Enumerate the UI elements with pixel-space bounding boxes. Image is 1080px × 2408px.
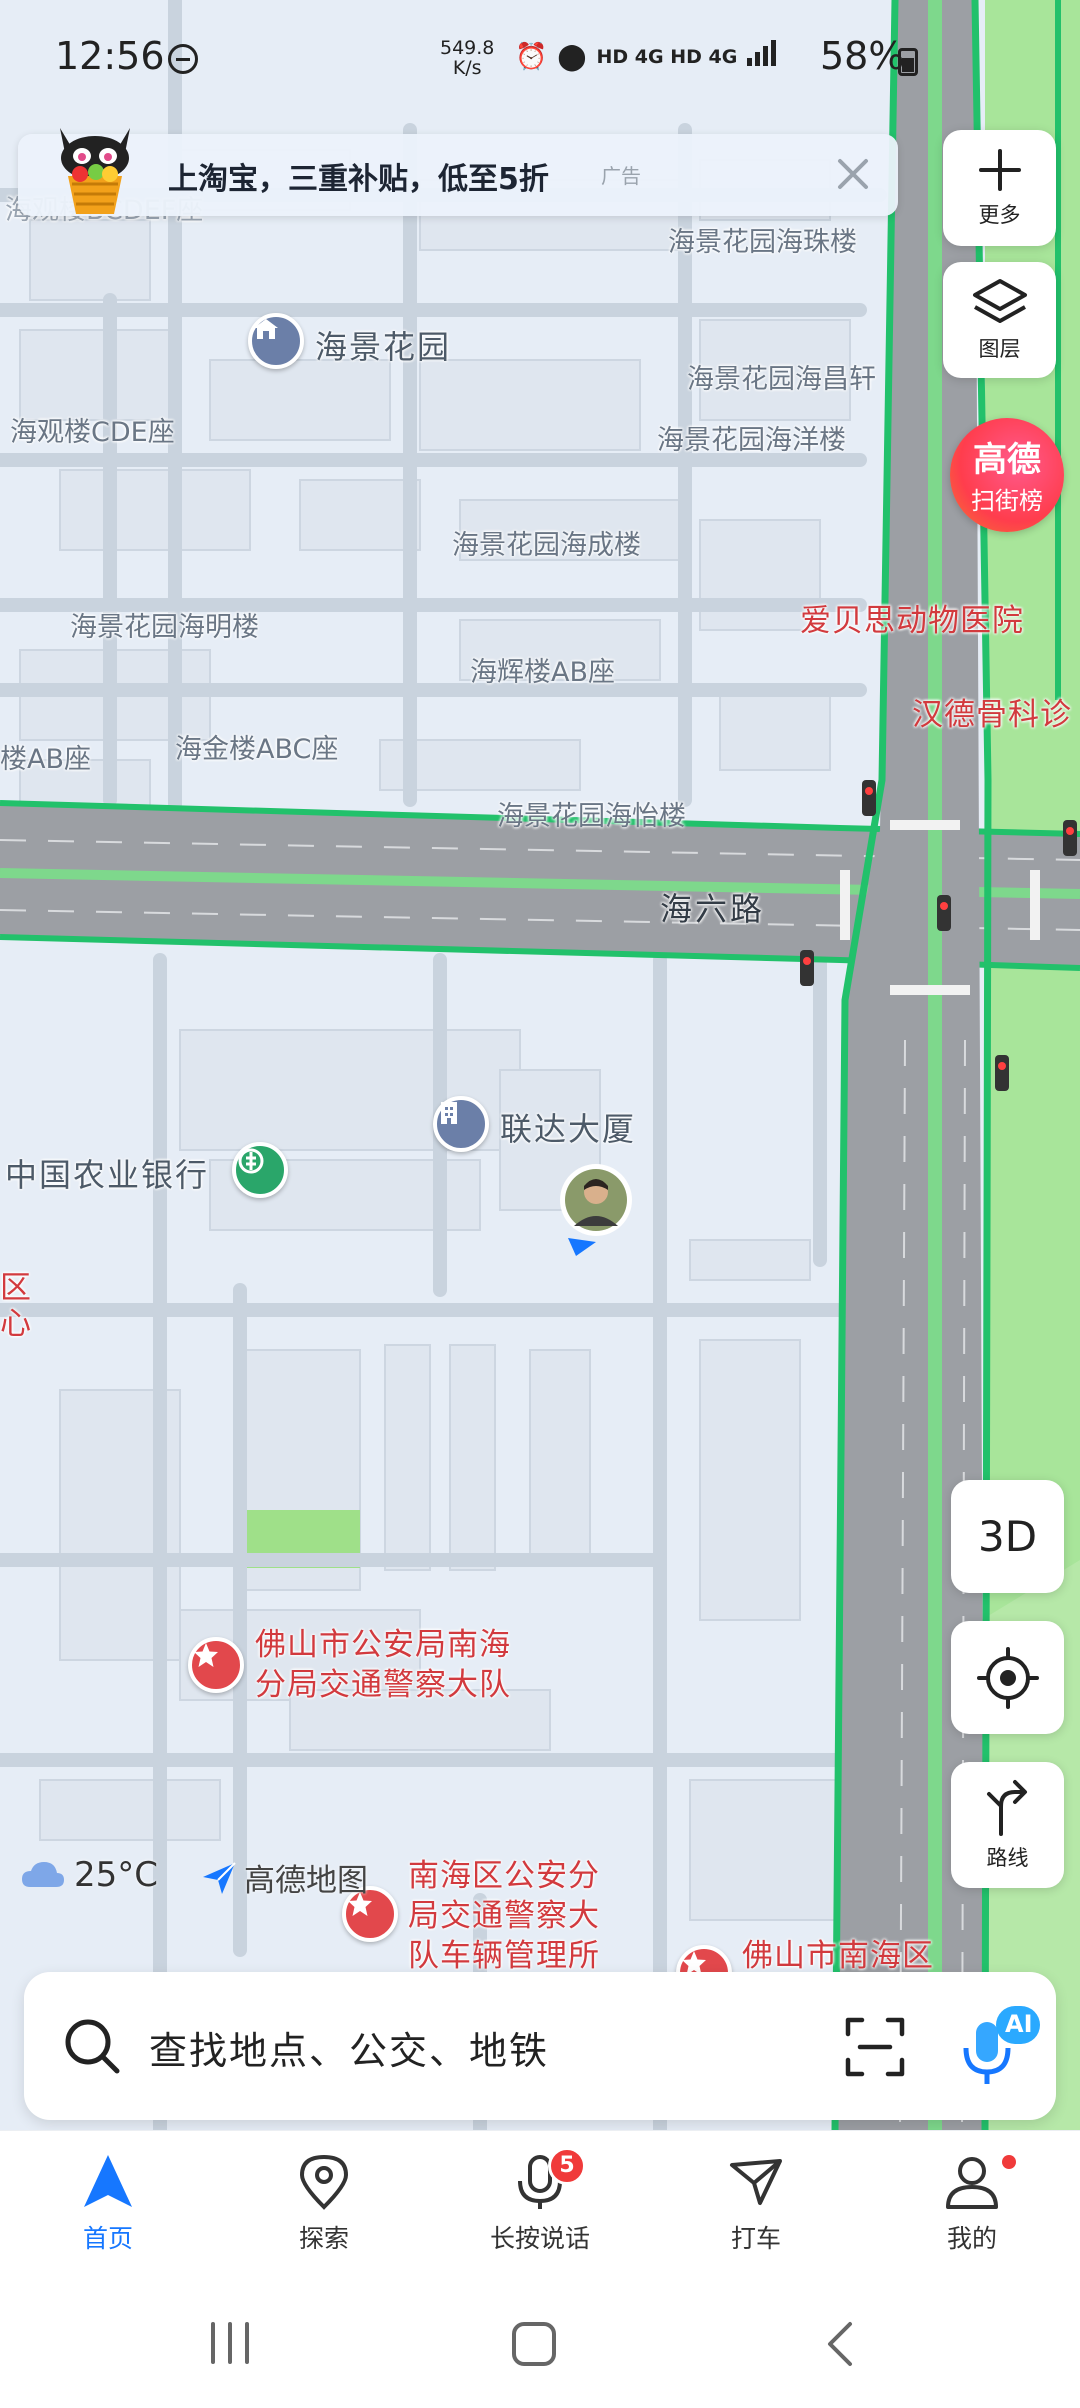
user-icon (946, 2157, 998, 2209)
crosshair-icon (976, 1646, 1039, 1709)
location-pin-icon (299, 2154, 349, 2210)
signal-bars-icon (747, 40, 777, 73)
close-icon[interactable] (828, 149, 878, 199)
weather-widget[interactable]: 25°C (20, 1855, 158, 1895)
map-label-lian-da[interactable]: 联达大厦 (500, 1104, 636, 1150)
map-label-hai-cheng-lou[interactable]: 海景花园海成楼 (452, 523, 641, 562)
map-label-pet-hospital[interactable]: 爱贝思动物医院 (800, 601, 1024, 641)
gaode-ranking-button[interactable]: 高德 扫街榜 (950, 418, 1064, 532)
route-button[interactable]: 路线 (951, 1762, 1064, 1888)
map-label-lou-ab[interactable]: 楼AB座 (0, 737, 91, 776)
tab-taxi-label: 打车 (730, 2224, 781, 2253)
alarm-icon: ⏰ (515, 41, 548, 72)
ad-text[interactable]: 上淘宝，三重补贴，低至5折 (168, 154, 549, 198)
map-canvas[interactable]: 海观楼BCDEF座 海景花园海珠楼 海景花园 海景花园海昌轩 海观楼CDE座 海… (0, 0, 1080, 2130)
tab-profile[interactable]: 我的 (892, 2151, 1052, 2271)
status-indicators: ⏰ ⬤ HD 4G HD 4G (515, 40, 777, 73)
tab-taxi[interactable]: 打车 (676, 2151, 836, 2271)
profile-notification-dot (1002, 2155, 1016, 2169)
home-arrow-icon (84, 2155, 132, 2207)
map-label-police-1[interactable]: 佛山市公安局南海 (255, 1625, 511, 1665)
user-location-marker[interactable] (556, 1160, 636, 1260)
tab-explore[interactable]: 探索 (244, 2151, 404, 2271)
amap-arrow-icon (203, 1861, 236, 1894)
back-icon[interactable] (820, 2320, 860, 2368)
bank-icon[interactable] (232, 1142, 288, 1198)
ranking-title: 高德 (973, 440, 1041, 480)
map-label-hai-yi-lou[interactable]: 海景花园海怡楼 (497, 794, 686, 833)
map-label-hai-hui-lou[interactable]: 海辉楼AB座 (470, 650, 615, 689)
home-nav-icon[interactable] (510, 2320, 558, 2368)
ad-tag: 广告 (601, 164, 641, 188)
search-bar[interactable]: 查找地点、公交、地铁 AI (24, 1972, 1056, 2120)
map-label-hai-chang-xuan[interactable]: 海景花园海昌轩 (687, 357, 876, 396)
view-3d-button[interactable]: 3D (951, 1480, 1064, 1593)
map-label-abc-bank[interactable]: 中国农业银行 (5, 1150, 209, 1196)
battery-icon (898, 48, 918, 76)
residential-icon[interactable] (248, 313, 304, 369)
map-label-hai-jin-lou[interactable]: 海金楼ABC座 (175, 727, 338, 766)
voice-badge: 5 (548, 2147, 586, 2185)
map-label-left-edge-2: 心 (0, 1306, 32, 1342)
map-label-road[interactable]: 海六路 (660, 884, 765, 930)
map-label-hai-jing-hua-yuan[interactable]: 海景花园 (315, 322, 451, 368)
tab-explore-label: 探索 (298, 2224, 349, 2253)
system-nav-bar (0, 2280, 1080, 2408)
office-building-icon[interactable] (433, 1096, 489, 1152)
map-label-police-2[interactable]: 分局交通警察大队 (255, 1665, 511, 1705)
search-icon (65, 2019, 120, 2074)
cloud-icon (22, 1862, 64, 1887)
status-time: 12:56 (55, 34, 165, 78)
ai-voice-button[interactable]: AI (954, 2002, 1044, 2092)
layers-icon (972, 279, 1027, 323)
map-label-foshan-nanhai[interactable]: 佛山市南海区 (742, 1936, 934, 1976)
logo-text: 高德地图 (244, 1863, 368, 1899)
status-bar: 12:56 549.8 K/s ⏰ ⬤ HD 4G HD 4G 58% (0, 0, 1080, 120)
ad-banner[interactable]: 上淘宝，三重补贴，低至5折 广告 (18, 134, 898, 216)
map-label-left-edge-1: 区 (0, 1270, 32, 1306)
locate-me-button[interactable] (951, 1621, 1064, 1734)
map-label-vehicle-3[interactable]: 队车辆管理所 (408, 1936, 600, 1976)
network-speed-unit: K/s (452, 57, 482, 79)
taxi-arrow-icon (730, 2159, 782, 2205)
temperature: 25°C (74, 1855, 159, 1895)
dnd-icon (168, 44, 198, 74)
route-label: 路线 (986, 1846, 1029, 1870)
scan-icon[interactable] (844, 2016, 906, 2078)
map-base (0, 0, 1080, 2130)
tab-home-label: 首页 (82, 2224, 133, 2253)
route-arrow-icon (986, 1780, 1027, 1836)
police-star-icon[interactable] (188, 1637, 244, 1693)
layers-label: 图层 (978, 337, 1021, 361)
ranking-subtitle: 扫街榜 (971, 487, 1043, 515)
network-speed: 549.8 K/s (440, 38, 494, 78)
plus-icon (978, 149, 1021, 191)
map-label-hai-zhu-lou[interactable]: 海景花园海珠楼 (668, 220, 857, 259)
more-button[interactable]: 更多 (943, 130, 1056, 246)
map-label-hai-guan-lou[interactable]: 海观楼CDE座 (10, 410, 175, 449)
map-label-vehicle-1[interactable]: 南海区公安分 (408, 1856, 600, 1896)
ai-badge: AI (1005, 2010, 1033, 2038)
tab-voice[interactable]: 5 长按说话 (460, 2147, 620, 2271)
bottom-tab-bar: 首页 探索 5 长按说话 打车 我的 (0, 2130, 1080, 2280)
battery-level: 58% (820, 34, 905, 78)
amap-logo: 高德地图 (200, 1855, 368, 1900)
more-label: 更多 (978, 203, 1021, 227)
tab-voice-label: 长按说话 (489, 2224, 590, 2253)
location-icon: ⬤ (557, 41, 587, 72)
map-label-orthopedic[interactable]: 汉德骨科诊 (912, 695, 1072, 735)
network-speed-value: 549.8 (440, 37, 495, 59)
tab-home[interactable]: 首页 (28, 2151, 188, 2271)
map-label-hai-yang-lou[interactable]: 海景花园海洋楼 (657, 418, 846, 457)
layers-button[interactable]: 图层 (943, 262, 1056, 378)
search-input[interactable]: 查找地点、公交、地铁 (149, 2020, 549, 2075)
view-3d-label: 3D (977, 1512, 1038, 1561)
tmall-cat-mascot-icon[interactable] (50, 118, 140, 218)
recent-apps-icon[interactable] (205, 2320, 255, 2366)
tab-profile-label: 我的 (946, 2224, 997, 2253)
map-label-hai-ming-lou[interactable]: 海景花园海明楼 (70, 605, 259, 644)
signal-indicators: HD 4G HD 4G (596, 45, 738, 68)
map-label-vehicle-2[interactable]: 局交通警察大 (408, 1896, 600, 1936)
